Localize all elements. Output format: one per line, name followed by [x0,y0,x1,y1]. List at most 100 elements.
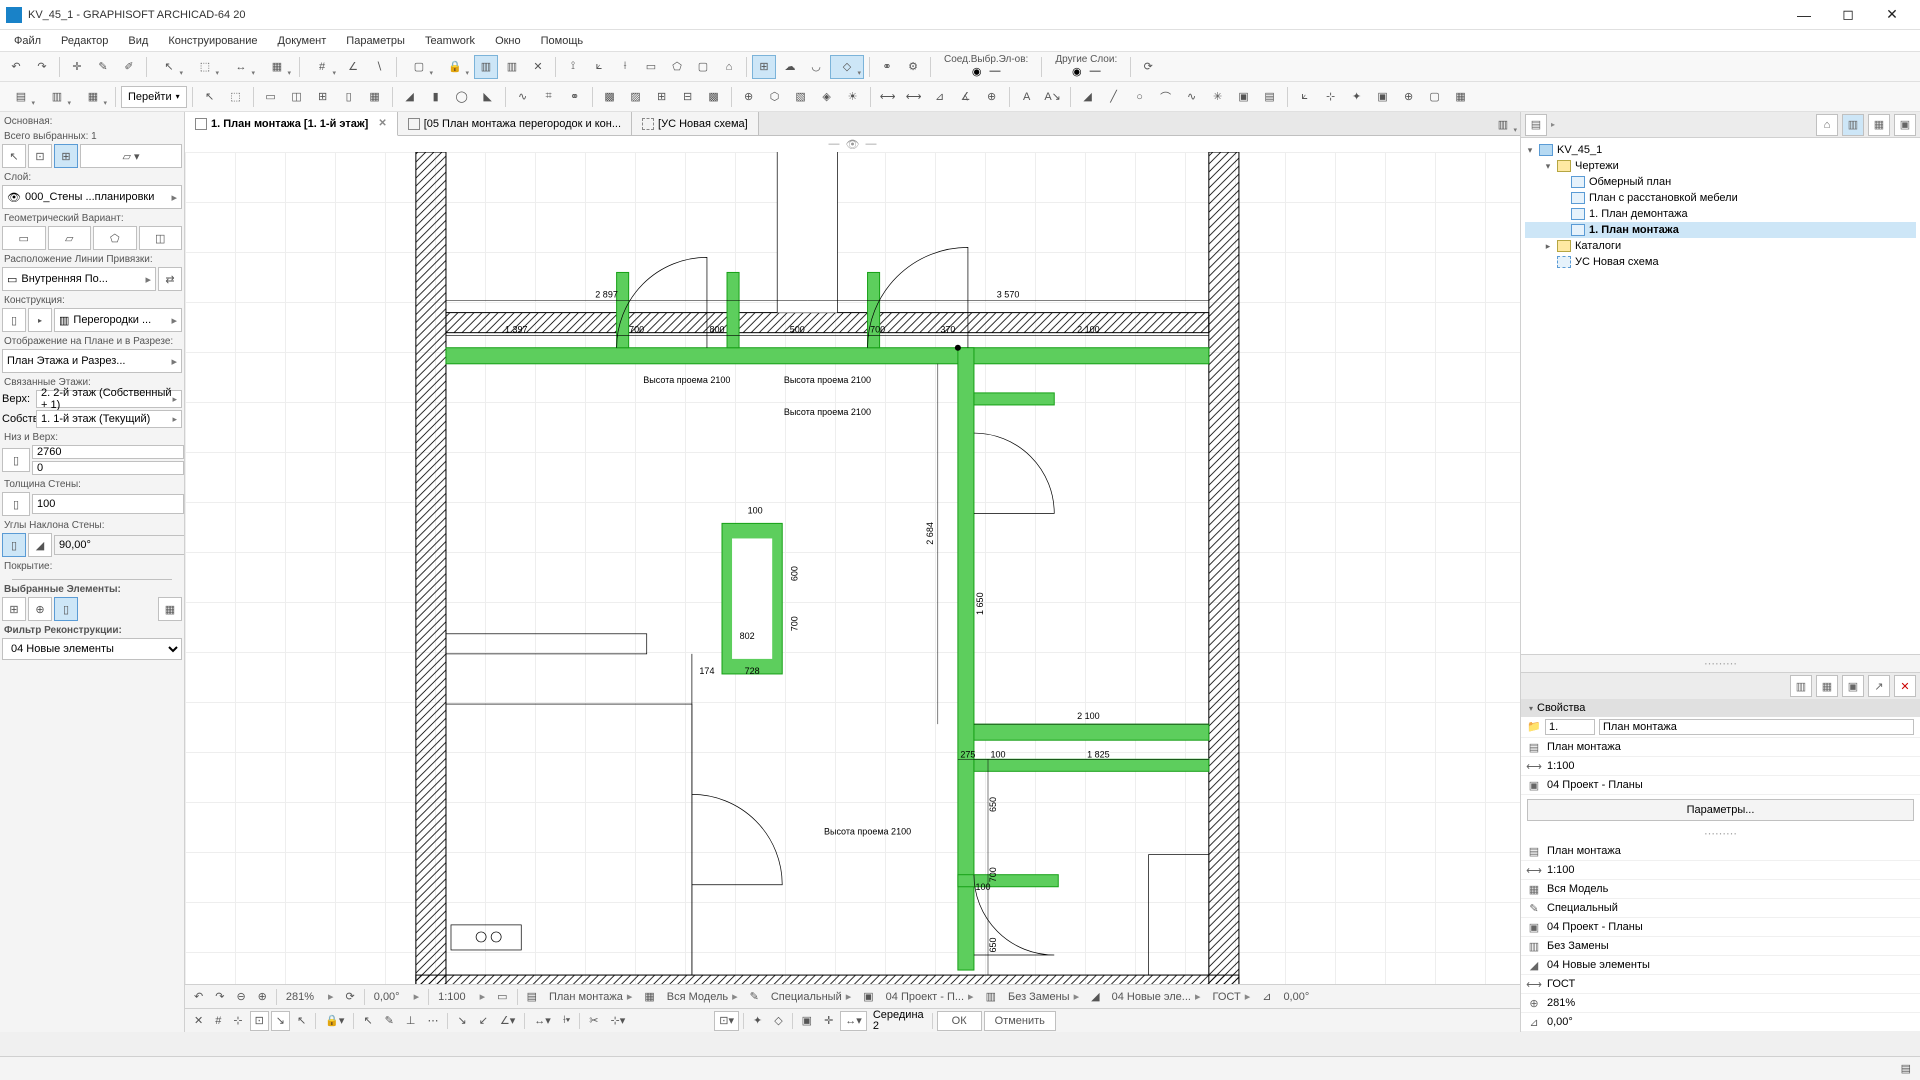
hatch2-icon[interactable]: ▨ [624,85,648,109]
tab-05-plan[interactable]: [05 План монтажа перегородок и кон... [398,112,632,135]
constr-arrow-icon[interactable]: ▸ [28,308,52,332]
refresh-icon[interactable]: ⟳ [1136,55,1160,79]
prop-close-icon[interactable]: ✕ [1894,675,1916,697]
dima-icon[interactable]: ∡ [954,85,978,109]
label-icon[interactable]: A↘ [1041,85,1065,109]
morph-icon[interactable]: ◇ [830,55,864,79]
tab-plan-montazha[interactable]: 1. План монтажа [1. 1-й этаж] ✕ [185,112,398,136]
rrect-icon[interactable]: ▢ [691,55,715,79]
qo-zoomout-icon[interactable]: ⊖ [231,987,250,1007]
move-tool-icon[interactable]: ↔ [224,55,258,79]
cb-grav1-icon[interactable]: ▣ [797,1011,817,1031]
scale-dd[interactable] [473,987,491,1007]
height-top-input[interactable] [32,445,184,459]
sel-mode3-icon[interactable]: ⊞ [54,144,78,168]
drawing-canvas[interactable]: 2 897 3 570 1 397 700 800 500 700 370 2 … [185,152,1520,984]
cb-arrow2-icon[interactable]: ↙ [474,1011,493,1031]
eye2-icon[interactable]: ◉ [1072,65,1082,78]
cb-grid-icon[interactable]: # [210,1011,226,1031]
cb-arrow1-icon[interactable]: ↘ [452,1011,471,1031]
maximize-button[interactable]: ◻ [1826,1,1870,29]
menu-help[interactable]: Помощь [531,33,594,49]
star-icon[interactable]: ✳ [1206,85,1230,109]
anchor-dropdown[interactable]: ▭Внутренняя По... [2,267,156,291]
nav-btn4-icon[interactable]: ▣ [1894,114,1916,136]
dimv-icon[interactable]: ⟷ [902,85,926,109]
dim-tool-icon[interactable]: ⟊ [613,55,637,79]
hatch4-icon[interactable]: ⊟ [676,85,700,109]
inject-icon[interactable]: ✐ [117,55,141,79]
zoom-dd[interactable] [321,987,339,1007]
cb-perp-icon[interactable]: ⊥ [401,1011,421,1031]
lock-icon[interactable]: 🔒 [438,55,472,79]
tree-item[interactable]: 1. План демонтажа [1589,208,1688,220]
cb-wand-icon[interactable]: ✦ [748,1011,767,1031]
slab-icon[interactable]: ◢ [398,85,422,109]
trace-icon[interactable]: ▥ [500,55,524,79]
reconstruction-select[interactable]: 04 Новые элементы [2,638,182,660]
lamp-icon[interactable]: ◈ [815,85,839,109]
img-icon[interactable]: ▤ [1258,85,1282,109]
geom1-icon[interactable]: ▭ [2,226,46,250]
tree-item-selected[interactable]: 1. План монтажа [1589,224,1679,236]
spline-icon[interactable]: ∿ [1180,85,1204,109]
measure-icon[interactable]: ⟟ [561,55,585,79]
sec6-icon[interactable]: ▢ [1423,85,1447,109]
sec5-icon[interactable]: ⊕ [1397,85,1421,109]
prop-btn2-icon[interactable]: ▦ [1816,675,1838,697]
sec7-icon[interactable]: ▦ [1449,85,1473,109]
link-sel-icon[interactable]: ⊞ [752,55,776,79]
layer2-dash-icon[interactable]: — [1090,65,1101,78]
cube-icon[interactable]: ▢ [402,55,436,79]
prop-name-input[interactable] [1599,719,1914,735]
snap-guide-icon[interactable]: ∖ [367,55,391,79]
qo-ang2-icon[interactable]: ⊿ [1257,987,1276,1007]
cb-offset-icon[interactable]: ↔▾ [529,1011,556,1031]
poly-icon[interactable]: ⬠ [665,55,689,79]
prop-btn3-icon[interactable]: ▣ [1842,675,1864,697]
elev-icon[interactable]: ▦ [76,85,110,109]
qo-mvo[interactable]: 04 Проект - П... [881,987,979,1007]
stair-icon[interactable]: ⌗ [537,85,561,109]
cb-snap3-icon[interactable]: ↘ [271,1011,290,1031]
qo-fwd-icon[interactable]: ↷ [210,987,229,1007]
menu-teamwork[interactable]: Teamwork [415,33,485,49]
cb-dash-icon[interactable]: ⋯ [422,1011,443,1031]
column-icon[interactable]: ▯ [337,85,361,109]
tree-item[interactable]: План с расстановкой мебели [1589,192,1738,204]
marquee2-icon[interactable]: ⬚ [224,85,248,109]
snap-grid-icon[interactable]: # [305,55,339,79]
obj-icon[interactable]: ⬡ [763,85,787,109]
tree-folder-drawings[interactable]: Чертежи [1575,160,1619,172]
properties-header[interactable]: Свойства [1521,699,1920,717]
link2-icon[interactable]: ⚭ [563,85,587,109]
pick-icon[interactable]: ✛ [65,55,89,79]
snap-angle-icon[interactable]: ∠ [341,55,365,79]
qo-viewset[interactable]: План монтажа [544,987,637,1007]
height-bottom-input[interactable] [32,461,184,475]
slant2-icon[interactable]: ◢ [28,533,52,557]
tabs-overflow-icon[interactable]: ▥ [1486,112,1520,136]
constr-dropdown[interactable]: ▥Перегородки ... [54,308,182,332]
house-icon[interactable]: ⌂ [717,55,741,79]
qo-mvo-icon[interactable]: ▣ [858,987,878,1007]
prop-btn1-icon[interactable]: ▥ [1790,675,1812,697]
cb-pen-icon[interactable]: ✎ [380,1011,399,1031]
sel-mode2-icon[interactable]: ⊡ [28,144,52,168]
scale-value[interactable]: 1:100 [433,987,471,1007]
se1-icon[interactable]: ⊞ [2,597,26,621]
floor-icon[interactable]: ▤ [4,85,38,109]
wall-icon[interactable]: ▭ [259,85,283,109]
qo-graphic[interactable]: Без Замены [1003,987,1084,1007]
story-top-dropdown[interactable]: 2. 2-й этаж (Собственный + 1) [36,390,182,408]
display-dropdown[interactable]: План Этажа и Разрез... [2,349,182,373]
qo-renov[interactable]: 04 Новые эле... [1107,987,1206,1007]
nav-btn2-icon[interactable]: ▥ [1842,114,1864,136]
qo-zoomin-icon[interactable]: ⊕ [253,987,272,1007]
menu-view[interactable]: Вид [118,33,158,49]
hotspot-icon[interactable]: ▣ [1232,85,1256,109]
door-icon[interactable]: ◫ [285,85,309,109]
ruler-icon[interactable]: ⟀ [587,55,611,79]
eye-small2-icon[interactable]: 👁 [846,138,860,151]
layer-dash-icon[interactable]: — [989,65,1000,78]
